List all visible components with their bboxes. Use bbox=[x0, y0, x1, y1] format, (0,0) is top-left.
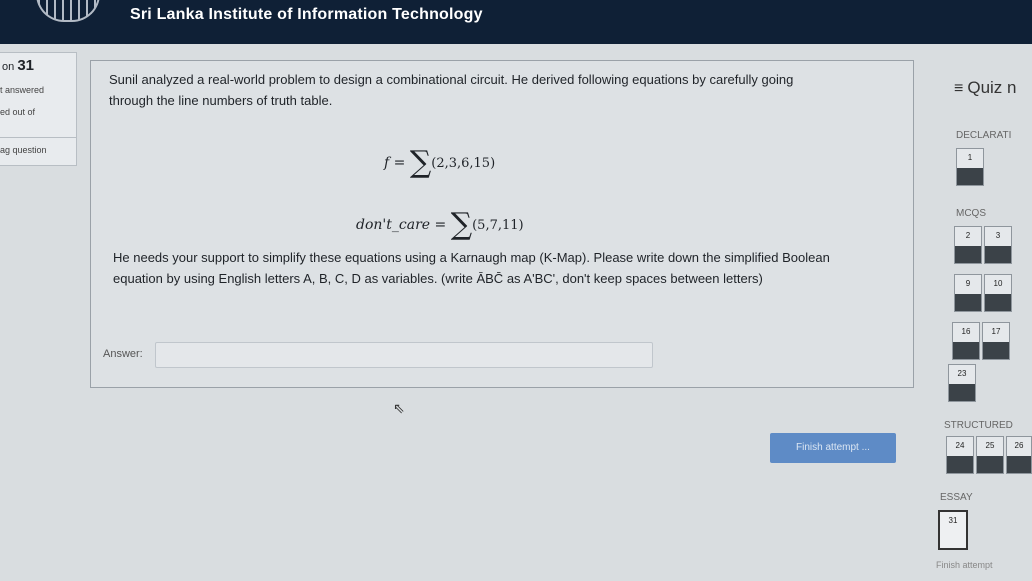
finish-attempt-button[interactable]: Finish attempt ... bbox=[770, 433, 896, 463]
equation-dont-care-terms: (5,7,11) bbox=[472, 218, 524, 233]
nav-question-31[interactable]: 31 bbox=[938, 510, 968, 550]
section-essay: ESSAY bbox=[940, 492, 973, 503]
section-structured: STRUCTURED bbox=[944, 420, 1013, 431]
nav-question-17[interactable]: 17 bbox=[982, 322, 1010, 360]
nav-question-25[interactable]: 25 bbox=[976, 436, 1004, 474]
nav-question-26[interactable]: 26 bbox=[1006, 436, 1032, 474]
sigma-icon: ∑ bbox=[409, 145, 432, 180]
equation-dont-care-lhs: don't_care = bbox=[356, 217, 447, 233]
nav-question-24[interactable]: 24 bbox=[946, 436, 974, 474]
question-card: Sunil analyzed a real-world problem to d… bbox=[90, 60, 914, 388]
nav-question-2[interactable]: 2 bbox=[954, 226, 982, 264]
sigma-icon: ∑ bbox=[450, 207, 473, 242]
nav-question-10[interactable]: 10 bbox=[984, 274, 1012, 312]
quiz-navigation-title: ≡ Quiz n bbox=[954, 78, 1017, 97]
question-state: t answered bbox=[0, 85, 45, 95]
question-instruction: He needs your support to simplify these … bbox=[113, 247, 833, 289]
equation-f-terms: (2,3,6,15) bbox=[431, 156, 496, 171]
answer-label: Answer: bbox=[103, 348, 143, 360]
info-divider bbox=[0, 137, 76, 138]
flag-question-link[interactable]: ag question bbox=[0, 145, 47, 155]
institute-logo-icon bbox=[36, 0, 100, 22]
example-rest: as A'BC', don't keep spaces between lett… bbox=[506, 271, 763, 286]
institute-title: Sri Lanka Institute of Information Techn… bbox=[130, 6, 483, 23]
quiz-navigation: ≡ Quiz n DECLARATI 1 MCQS 2 3 9 10 16 17 … bbox=[936, 60, 1032, 581]
top-bar: Sri Lanka Institute of Information Techn… bbox=[0, 0, 1032, 44]
nav-question-3[interactable]: 3 bbox=[984, 226, 1012, 264]
question-info-panel: on 31 t answered ed out of ag question bbox=[0, 52, 77, 166]
section-declaration: DECLARATI bbox=[956, 130, 1012, 141]
mouse-pointer-icon: ⇖ bbox=[393, 400, 405, 416]
question-intro: Sunil analyzed a real-world problem to d… bbox=[109, 72, 794, 108]
nav-question-1[interactable]: 1 bbox=[956, 148, 984, 186]
equation-dont-care: don't_care = ∑(5,7,11) bbox=[356, 207, 524, 242]
example-notation: ĀBC̄ bbox=[476, 271, 504, 286]
menu-icon: ≡ bbox=[954, 80, 964, 97]
question-marks: ed out of bbox=[0, 107, 36, 117]
nav-question-16[interactable]: 16 bbox=[952, 322, 980, 360]
question-number: on 31 bbox=[2, 57, 34, 74]
section-mcqs: MCQS bbox=[956, 208, 986, 219]
nav-question-23[interactable]: 23 bbox=[948, 364, 976, 402]
answer-input[interactable] bbox=[155, 342, 653, 368]
equation-f: f = ∑(2,3,6,15) bbox=[384, 145, 495, 180]
finish-attempt-link[interactable]: Finish attempt bbox=[936, 560, 993, 570]
equation-f-lhs: f = bbox=[384, 155, 406, 171]
nav-question-9[interactable]: 9 bbox=[954, 274, 982, 312]
